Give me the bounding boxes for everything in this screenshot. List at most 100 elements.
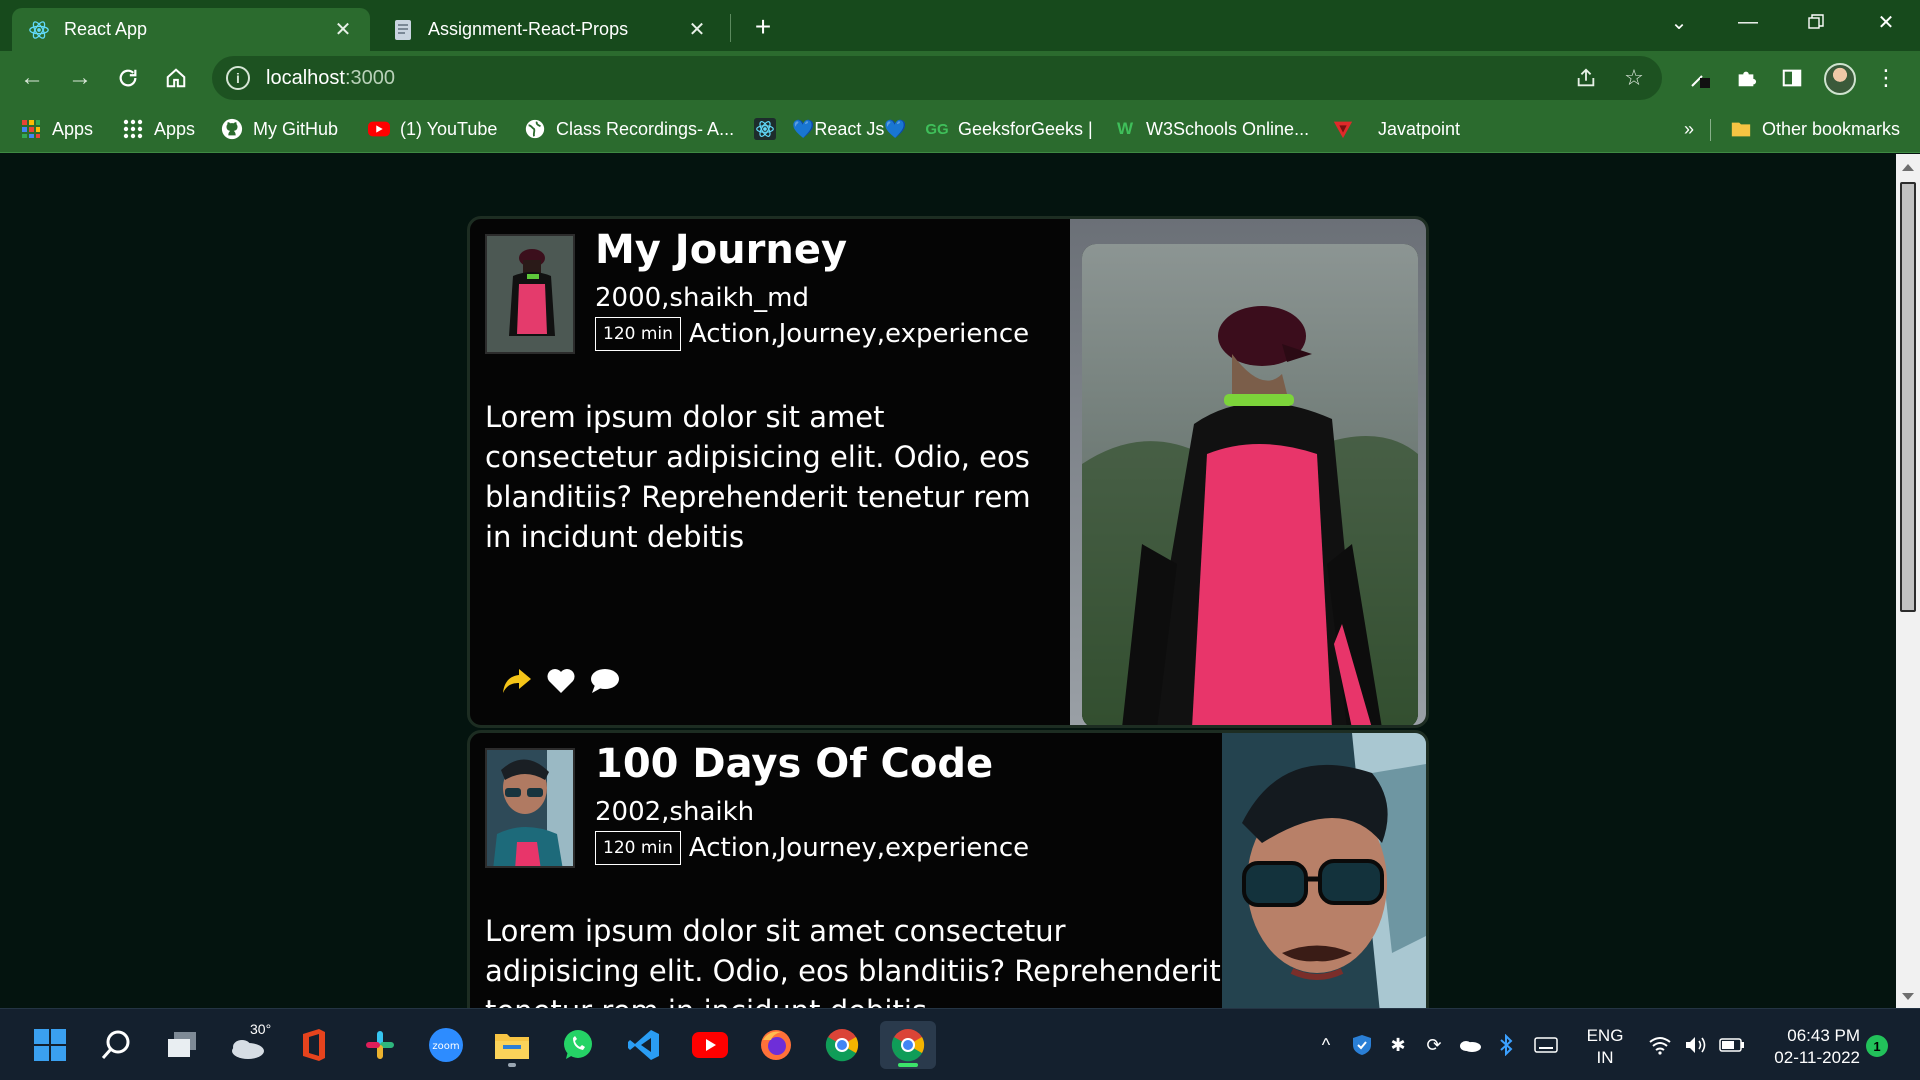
firefox-icon[interactable]	[752, 1021, 800, 1069]
zoom-icon[interactable]: zoom	[422, 1021, 470, 1069]
tab-separator	[730, 14, 731, 42]
onedrive-icon[interactable]	[1456, 1031, 1484, 1059]
bookmark-react-js[interactable]: 💙React Js💙	[792, 115, 907, 143]
tab-react-app[interactable]: React App ✕	[12, 8, 370, 51]
extensions-puzzle-icon[interactable]	[1730, 62, 1762, 94]
home-icon[interactable]	[160, 62, 192, 94]
card-description: Lorem ipsum dolor sit amet consectetur a…	[485, 914, 1221, 1008]
comment-icon[interactable]	[588, 664, 622, 698]
slack-tray-icon[interactable]: ✱	[1384, 1031, 1412, 1059]
tab-search-icon[interactable]: ⌄	[1653, 0, 1705, 44]
card-meta: 120 min Action,Journey,experience	[595, 831, 1029, 865]
profile-avatar[interactable]	[1824, 63, 1856, 95]
page-viewport: My Journey 2000,shaikh_md 120 min Action…	[0, 154, 1896, 1008]
card-genres: Action,Journey,experience	[688, 319, 1030, 349]
extension-eyedropper-icon[interactable]	[1684, 62, 1716, 94]
minimize-button[interactable]: —	[1722, 0, 1774, 44]
card-title: My Journey	[595, 227, 848, 273]
slack-icon[interactable]	[356, 1021, 404, 1069]
tab-assignment-react-props[interactable]: Assignment-React-Props ✕	[376, 8, 724, 51]
bookmarks-bar: Apps Apps My GitHub (1) YouTube Class Re…	[0, 105, 1920, 153]
lang-top: ENG	[1586, 1026, 1624, 1045]
bookmark-class-recordings[interactable]: Class Recordings- A...	[524, 115, 734, 143]
bookmark-label: Javatpoint	[1378, 118, 1461, 139]
card-subtitle: 2002,shaikh	[595, 797, 755, 827]
bookmark-youtube[interactable]: (1) YouTube	[368, 115, 497, 143]
site-info-icon[interactable]: i	[226, 66, 250, 90]
file-explorer-icon[interactable]	[488, 1021, 536, 1069]
bookmark-javatpoint[interactable]: Javatpoint	[1332, 115, 1460, 143]
scroll-down-arrow[interactable]	[1902, 993, 1914, 1000]
document-icon	[392, 19, 414, 41]
address-bar[interactable]: i localhost:3000 ☆	[212, 56, 1662, 100]
geeksforgeeks-icon: GG	[925, 120, 949, 138]
card-actions	[500, 664, 622, 698]
card-title: 100 Days Of Code	[595, 741, 994, 787]
bookmark-star-icon[interactable]: ☆	[1620, 64, 1648, 92]
runtime-badge: 120 min	[595, 317, 681, 351]
clock-time: 06:43 PM	[1787, 1026, 1860, 1045]
share-page-icon[interactable]	[1572, 64, 1600, 92]
heart-icon[interactable]	[544, 664, 578, 698]
bookmark-my-github[interactable]: My GitHub	[221, 115, 338, 143]
chrome-profile-icon[interactable]	[880, 1021, 936, 1069]
bookmark-react[interactable]	[754, 115, 786, 143]
menu-kebab-icon[interactable]: ⋮	[1870, 62, 1902, 94]
chrome-icon[interactable]	[818, 1021, 866, 1069]
page-scrollbar[interactable]	[1896, 154, 1920, 1008]
keyboard-icon[interactable]	[1532, 1031, 1560, 1059]
reload-icon[interactable]	[112, 62, 144, 94]
browser-toolbar: ← → i localhost:3000 ☆ ⋮	[0, 51, 1920, 105]
close-tab-icon[interactable]: ✕	[686, 19, 708, 41]
bookmark-label: Class Recordings- A...	[556, 118, 735, 139]
volume-icon[interactable]	[1682, 1031, 1710, 1059]
office-icon[interactable]	[290, 1021, 338, 1069]
other-bookmarks[interactable]: Other bookmarks	[1730, 115, 1900, 143]
bookmark-geeksforgeeks[interactable]: GG GeeksforGeeks |	[925, 115, 1092, 143]
bluetooth-icon[interactable]	[1492, 1031, 1520, 1059]
apps-grid-icon	[20, 118, 42, 140]
address-host: localhost	[266, 66, 345, 89]
vscode-icon[interactable]	[620, 1021, 668, 1069]
battery-icon[interactable]	[1718, 1031, 1746, 1059]
bookmark-label: W3Schools Online...	[1146, 118, 1310, 139]
clock-date: 02-11-2022	[1774, 1048, 1860, 1067]
w3schools-icon: W	[1116, 119, 1134, 138]
task-view-icon[interactable]	[158, 1021, 206, 1069]
windows-start-icon[interactable]	[26, 1021, 74, 1069]
youtube-icon	[368, 118, 390, 140]
search-icon[interactable]	[92, 1021, 140, 1069]
scroll-up-arrow[interactable]	[1902, 164, 1914, 171]
security-shield-icon[interactable]	[1348, 1031, 1376, 1059]
runtime-badge: 120 min	[595, 831, 681, 865]
forward-icon[interactable]: →	[64, 62, 96, 94]
youtube-app-icon[interactable]	[686, 1021, 734, 1069]
close-window-button[interactable]: ✕	[1860, 0, 1912, 44]
wifi-icon[interactable]	[1646, 1031, 1674, 1059]
share-icon[interactable]	[500, 664, 534, 698]
new-tab-button[interactable]: +	[748, 11, 778, 42]
card-thumbnail	[485, 234, 575, 354]
address-port: :3000	[344, 66, 395, 89]
card-meta: 120 min Action,Journey,experience	[595, 317, 1029, 351]
restore-button[interactable]	[1790, 0, 1842, 44]
bookmark-apps[interactable]: Apps	[20, 115, 93, 143]
system-clock[interactable]: 06:43 PM 02-11-2022	[1760, 1025, 1860, 1069]
side-panel-icon[interactable]	[1776, 62, 1808, 94]
bookmark-w3schools[interactable]: W W3Schools Online...	[1114, 115, 1309, 143]
running-indicator	[898, 1063, 918, 1067]
bookmarks-overflow-button[interactable]: »	[1684, 115, 1694, 143]
close-tab-icon[interactable]: ✕	[332, 19, 354, 41]
globe-icon	[524, 118, 546, 140]
back-icon[interactable]: ←	[16, 62, 48, 94]
bookmark-apps-2[interactable]: Apps	[122, 115, 195, 143]
card-poster	[1222, 733, 1426, 1008]
tab-title: Assignment-React-Props	[428, 19, 629, 39]
sync-icon[interactable]: ⟳	[1420, 1031, 1448, 1059]
scrollbar-thumb[interactable]	[1900, 182, 1916, 612]
notification-badge[interactable]: 1	[1866, 1035, 1888, 1057]
language-indicator[interactable]: ENG IN	[1580, 1025, 1630, 1069]
whatsapp-icon[interactable]	[554, 1021, 602, 1069]
show-hidden-icons-icon[interactable]: ^	[1312, 1031, 1340, 1059]
weather-widget[interactable]: 30°	[224, 1021, 272, 1069]
